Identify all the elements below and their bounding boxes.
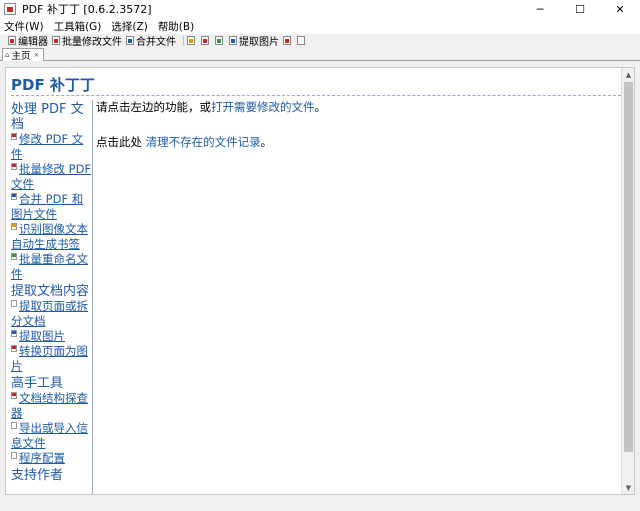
home-icon: ⌂ (5, 51, 10, 59)
section-process-pdf-heading: 处理 PDF 文档 (11, 102, 84, 132)
tab-strip: ⌂ 主页 × (0, 47, 640, 62)
image-icon (11, 330, 17, 337)
window-controls: ─ ☐ ✕ (520, 0, 640, 18)
ocr-icon (187, 36, 195, 45)
tab-home[interactable]: ⌂ 主页 × (2, 48, 44, 62)
pdf-batch-icon (11, 163, 17, 170)
link-ocr[interactable]: 识别图像文本 (11, 222, 92, 237)
tab-home-label: 主页 (11, 51, 31, 62)
title-bar: PDF 补丁丁 [0.6.2.3572] ─ ☐ ✕ (0, 0, 640, 18)
status-bar (0, 497, 640, 511)
editor-label: 编辑器 (18, 37, 48, 48)
ocr-button[interactable] (187, 36, 197, 45)
menu-select[interactable]: 选择(Z) (111, 19, 147, 34)
explorer-button[interactable] (297, 36, 307, 45)
vertical-scrollbar[interactable]: ▲ ▼ (621, 68, 634, 494)
explorer-icon (297, 36, 305, 45)
link-auto-bookmark[interactable]: 自动生成书签 (11, 237, 92, 252)
menu-file[interactable]: 文件(W) (4, 19, 44, 34)
editor-icon (8, 36, 16, 45)
link-settings[interactable]: 程序配置 (11, 451, 92, 466)
pdf-icon (11, 133, 17, 140)
rename-button[interactable] (215, 36, 225, 45)
bookmark-icon (201, 36, 209, 45)
close-button[interactable]: ✕ (600, 0, 640, 18)
section-advanced-heading: 高手工具 (11, 376, 64, 391)
batch-modify-icon (52, 36, 60, 45)
toolbar: 编辑器 批量修改文件 合并文件 提取图片 (0, 33, 640, 48)
extract-images-label: 提取图片 (239, 37, 279, 48)
minimize-button[interactable]: ─ (520, 0, 560, 18)
section-extract-heading: 提取文档内容 (11, 284, 90, 299)
editor-button[interactable]: 编辑器 (8, 33, 48, 48)
merge-icon (11, 193, 17, 200)
settings-icon (11, 452, 17, 459)
app-pdf-icon (4, 3, 16, 15)
instruction-line: 请点击左边的功能，或打开需要修改的文件。 (96, 100, 326, 114)
ocr-icon (11, 223, 17, 230)
batch-modify-label: 批量修改文件 (62, 37, 122, 48)
link-export-import[interactable]: 导出或导入信息文件 (11, 421, 92, 451)
link-convert-pages[interactable]: 转换页面为图片 (11, 344, 92, 374)
maximize-button[interactable]: ☐ (560, 0, 600, 18)
extract-images-icon (229, 36, 237, 45)
toolbar-separator (183, 35, 184, 46)
toolbar-grip-icon (3, 36, 6, 45)
function-sidebar: 处理 PDF 文档 修改 PDF 文件 批量修改 PDF 文件 合并 PDF 和… (11, 100, 93, 494)
link-extract-pages[interactable]: 提取页面或拆分文档 (11, 299, 92, 329)
rename-icon (215, 36, 223, 45)
link-batch-modify[interactable]: 批量修改 PDF 文件 (11, 162, 92, 192)
home-page: PDF 补丁丁 处理 PDF 文档 修改 PDF 文件 批量修改 PDF 文件 … (5, 67, 635, 495)
menu-toolbox[interactable]: 工具箱(G) (54, 19, 102, 34)
clean-history-link[interactable]: 清理不存在的文件记录 (146, 135, 261, 149)
merge-button[interactable]: 合并文件 (126, 33, 176, 48)
menu-bar: 文件(W) 工具箱(G) 选择(Z) 帮助(B) (0, 18, 640, 34)
link-structure-explorer[interactable]: 文档结构探查器 (11, 391, 92, 421)
open-file-link[interactable]: 打开需要修改的文件 (211, 100, 315, 114)
rename-icon (11, 253, 17, 260)
scroll-up-icon[interactable]: ▲ (622, 68, 634, 81)
export-icon (11, 422, 17, 429)
page-title: PDF 补丁丁 (11, 76, 95, 94)
link-batch-rename[interactable]: 批量重命名文件 (11, 252, 92, 282)
section-support-heading: 支持作者 (11, 468, 64, 483)
window-title: PDF 补丁丁 [0.6.2.3572] (22, 3, 152, 16)
menu-help[interactable]: 帮助(B) (158, 19, 194, 34)
link-extract-images[interactable]: 提取图片 (11, 329, 92, 344)
convert-icon (11, 345, 17, 352)
extract-images-button[interactable]: 提取图片 (229, 33, 279, 48)
bookmark-button[interactable] (201, 36, 211, 45)
main-panel: 请点击左边的功能，或打开需要修改的文件。 点击此处 清理不存在的文件记录。 (96, 100, 616, 170)
pages-icon (11, 300, 17, 307)
convert-pages-icon (283, 36, 291, 45)
tab-close-icon[interactable]: × (33, 51, 39, 59)
convert-pages-button[interactable] (283, 36, 293, 45)
link-modify-pdf[interactable]: 修改 PDF 文件 (11, 132, 92, 162)
merge-label: 合并文件 (136, 37, 176, 48)
scroll-thumb[interactable] (624, 82, 633, 452)
cleanup-line: 点击此处 清理不存在的文件记录。 (96, 135, 273, 149)
batch-modify-button[interactable]: 批量修改文件 (52, 33, 122, 48)
scroll-down-icon[interactable]: ▼ (622, 481, 634, 494)
title-divider (11, 95, 621, 96)
merge-icon (126, 36, 134, 45)
explorer-icon (11, 392, 17, 399)
link-merge[interactable]: 合并 PDF 和图片文件 (11, 192, 92, 222)
